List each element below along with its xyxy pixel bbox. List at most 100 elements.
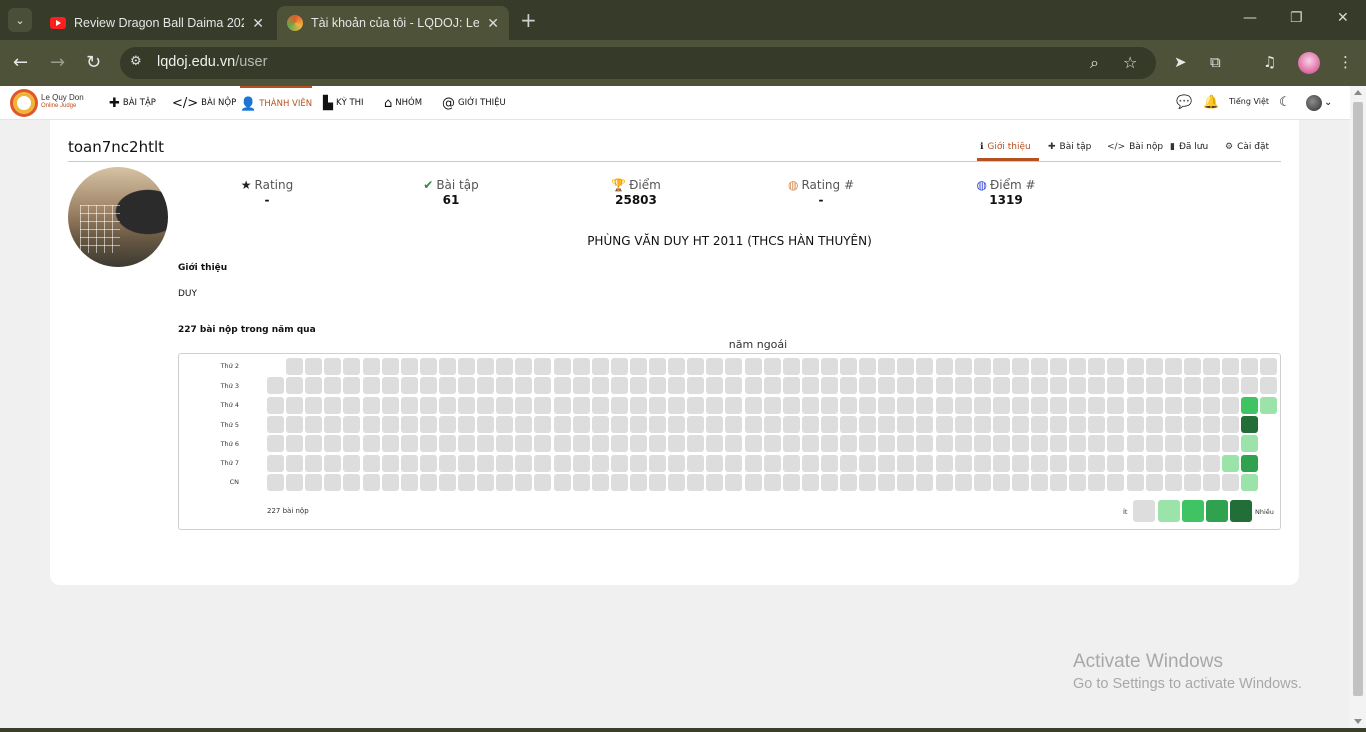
heatmap-cell[interactable] xyxy=(954,396,972,414)
heatmap-cell[interactable] xyxy=(1202,454,1220,472)
heatmap-cell[interactable] xyxy=(954,435,972,453)
site-logo-icon[interactable] xyxy=(10,89,38,117)
heatmap-cell[interactable] xyxy=(305,473,323,491)
heatmap-cell[interactable] xyxy=(1088,377,1106,395)
heatmap-cell[interactable] xyxy=(1164,396,1182,414)
heatmap-cell[interactable] xyxy=(840,435,857,453)
heatmap-cell[interactable] xyxy=(973,473,991,491)
heatmap-cell[interactable] xyxy=(1202,415,1220,433)
heatmap-cell[interactable] xyxy=(343,473,361,491)
heatmap-cell[interactable] xyxy=(992,473,1010,491)
heatmap-cell[interactable] xyxy=(649,473,666,491)
heatmap-cell[interactable] xyxy=(1241,454,1259,472)
heatmap-cell[interactable] xyxy=(992,377,1010,395)
heatmap-cell[interactable] xyxy=(553,396,571,414)
heatmap-cell[interactable] xyxy=(1031,377,1048,395)
heatmap-cell[interactable] xyxy=(1069,358,1087,375)
heatmap-cell[interactable] xyxy=(649,435,666,453)
heatmap-cell[interactable] xyxy=(973,396,991,414)
heatmap-cell[interactable] xyxy=(763,435,781,453)
heatmap-cell[interactable] xyxy=(496,358,514,375)
heatmap-cell[interactable] xyxy=(1069,415,1087,433)
heatmap-cell[interactable] xyxy=(286,454,304,472)
heatmap-cell[interactable] xyxy=(515,415,533,433)
heatmap-cell[interactable] xyxy=(1241,473,1259,491)
heatmap-cell[interactable] xyxy=(1183,415,1201,433)
heatmap-cell[interactable] xyxy=(1126,454,1144,472)
heatmap-cell[interactable] xyxy=(572,473,590,491)
heatmap-cell[interactable] xyxy=(859,396,877,414)
heatmap-cell[interactable] xyxy=(897,454,915,472)
heatmap-cell[interactable] xyxy=(419,377,437,395)
heatmap-cell[interactable] xyxy=(400,377,418,395)
heatmap-cell[interactable] xyxy=(572,377,590,395)
heatmap-cell[interactable] xyxy=(725,435,743,453)
heatmap-cell[interactable] xyxy=(324,435,342,453)
heatmap-cell[interactable] xyxy=(1011,377,1029,395)
heatmap-cell[interactable] xyxy=(477,473,495,491)
heatmap-cell[interactable] xyxy=(801,377,819,395)
heatmap-cell[interactable] xyxy=(343,415,361,433)
heatmap-cell[interactable] xyxy=(763,358,781,375)
heatmap-cell[interactable] xyxy=(1241,396,1259,414)
new-tab-plus-icon[interactable]: + xyxy=(520,8,537,32)
heatmap-cell[interactable] xyxy=(973,454,991,472)
heatmap-cell[interactable] xyxy=(763,473,781,491)
nav-item-thanh-vien[interactable]: 👤 THÀNH VIÊN xyxy=(240,86,313,120)
heatmap-cell[interactable] xyxy=(534,473,552,491)
heatmap-cell[interactable] xyxy=(572,358,590,375)
heatmap-cell[interactable] xyxy=(591,435,609,453)
heatmap-cell[interactable] xyxy=(286,435,304,453)
heatmap-cell[interactable] xyxy=(1126,358,1144,375)
heatmap-cell[interactable] xyxy=(1145,435,1163,453)
heatmap-cell[interactable] xyxy=(610,415,628,433)
heatmap-cell[interactable] xyxy=(782,415,800,433)
heatmap-cell[interactable] xyxy=(591,473,609,491)
heatmap-cell[interactable] xyxy=(438,358,456,375)
heatmap-cell[interactable] xyxy=(1222,396,1239,414)
heatmap-cell[interactable] xyxy=(649,454,666,472)
heatmap-cell[interactable] xyxy=(897,377,915,395)
heatmap-cell[interactable] xyxy=(381,358,399,375)
heatmap-cell[interactable] xyxy=(916,396,934,414)
heatmap-cell[interactable] xyxy=(1241,377,1259,395)
heatmap-cell[interactable] xyxy=(305,435,323,453)
heatmap-cell[interactable] xyxy=(687,473,705,491)
heatmap-cell[interactable] xyxy=(763,396,781,414)
heatmap-cell[interactable] xyxy=(305,358,323,375)
chevron-down-icon[interactable]: ⌄ xyxy=(1324,97,1332,108)
minimize-icon[interactable]: — xyxy=(1243,10,1257,26)
heatmap-cell[interactable] xyxy=(1164,358,1182,375)
heatmap-cell[interactable] xyxy=(954,377,972,395)
heatmap-cell[interactable] xyxy=(515,473,533,491)
site-logo-text[interactable]: Le Quy Don Online Judge xyxy=(41,93,84,111)
heatmap-cell[interactable] xyxy=(572,454,590,472)
heatmap-cell[interactable] xyxy=(744,435,762,453)
heatmap-cell[interactable] xyxy=(400,396,418,414)
heatmap-cell[interactable] xyxy=(553,377,571,395)
heatmap-cell[interactable] xyxy=(1011,435,1029,453)
heatmap-cell[interactable] xyxy=(1126,377,1144,395)
heatmap-cell[interactable] xyxy=(1222,358,1239,375)
heatmap-cell[interactable] xyxy=(725,377,743,395)
heatmap-cell[interactable] xyxy=(897,358,915,375)
heatmap-cell[interactable] xyxy=(859,454,877,472)
heatmap-cell[interactable] xyxy=(1050,473,1068,491)
user-menu-avatar[interactable] xyxy=(1306,95,1322,111)
heatmap-cell[interactable] xyxy=(496,435,514,453)
heatmap-cell[interactable] xyxy=(763,415,781,433)
bell-icon[interactable]: 🔔 xyxy=(1203,95,1219,110)
heatmap-cell[interactable] xyxy=(267,415,284,433)
heatmap-cell[interactable] xyxy=(1088,415,1106,433)
heatmap-cell[interactable] xyxy=(1011,454,1029,472)
heatmap-cell[interactable] xyxy=(935,435,953,453)
heatmap-cell[interactable] xyxy=(973,435,991,453)
heatmap-cell[interactable] xyxy=(438,435,456,453)
heatmap-cell[interactable] xyxy=(1069,377,1087,395)
page-scrollbar[interactable] xyxy=(1350,86,1366,728)
back-arrow-icon[interactable]: ← xyxy=(13,52,28,73)
heatmap-cell[interactable] xyxy=(591,396,609,414)
heatmap-cell[interactable] xyxy=(935,358,953,375)
heatmap-cell[interactable] xyxy=(649,396,666,414)
heatmap-cell[interactable] xyxy=(1222,454,1239,472)
